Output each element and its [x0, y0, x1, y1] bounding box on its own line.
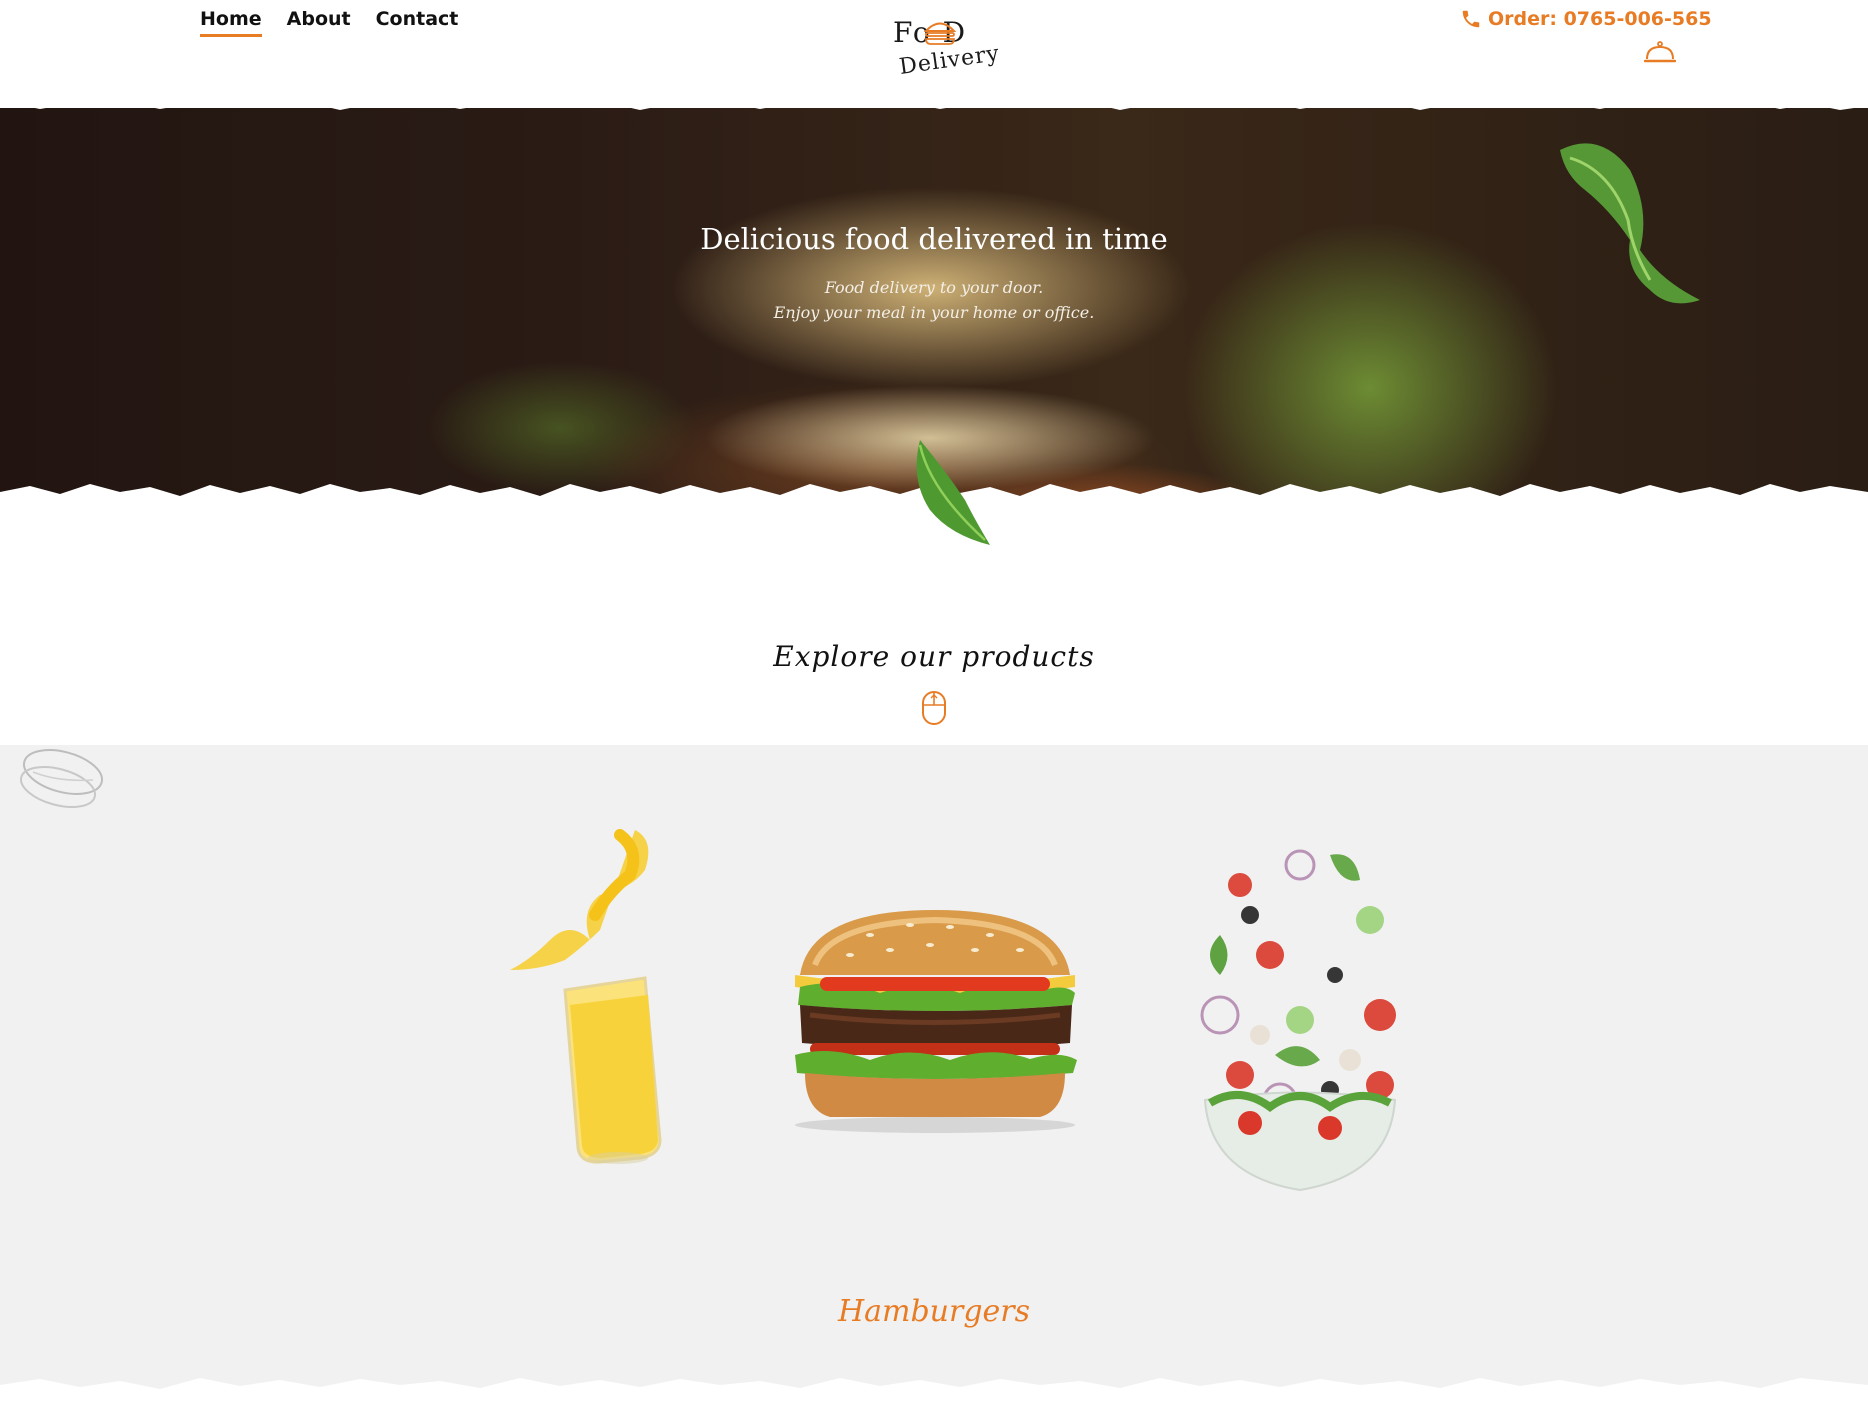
category-label-hamburgers[interactable]: Hamburgers [0, 1294, 1868, 1329]
order-phone[interactable]: Order: 0765-006-565 [1460, 8, 1712, 30]
cloche-icon[interactable] [1644, 40, 1676, 66]
juice-glass-image[interactable] [470, 820, 690, 1170]
lettuce-leaf-decoration [1560, 143, 1700, 304]
products-torn-edge-top [0, 749, 1868, 775]
main-nav: Home About Contact [200, 8, 458, 37]
phone-icon [1462, 10, 1480, 28]
hero-torn-edge-top [0, 92, 1868, 110]
nav-contact-link[interactable]: Contact [376, 8, 459, 37]
mouse-scroll-icon[interactable] [921, 690, 947, 726]
site-logo[interactable]: Fo D Delivery [885, 10, 1005, 80]
order-phone-text: Order: 0765-006-565 [1488, 8, 1712, 30]
explore-products-heading: Explore our products [773, 640, 1095, 673]
lettuce-leaf-decoration [916, 440, 990, 545]
bread-sketch-decoration [20, 749, 103, 808]
nav-home-link[interactable]: Home [200, 8, 262, 37]
burger-icon [923, 22, 957, 45]
salad-bowl-image[interactable] [1180, 845, 1420, 1200]
products-torn-edge-bottom [0, 1378, 1868, 1426]
hamburger-image[interactable] [780, 905, 1090, 1135]
nav-about-link[interactable]: About [287, 8, 351, 37]
